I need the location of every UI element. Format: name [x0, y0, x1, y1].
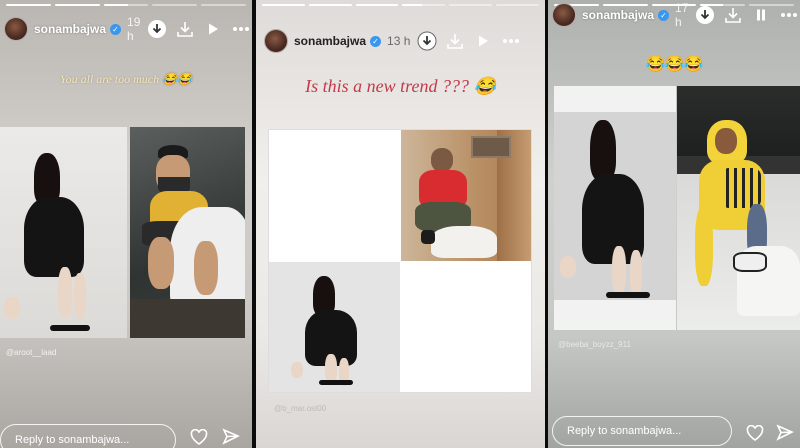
progress-segment [402, 4, 446, 6]
download-circle-icon[interactable] [694, 4, 716, 26]
photo-boy-yellow-hoodie [677, 86, 800, 330]
progress-segment [103, 4, 149, 6]
progress-segment [152, 4, 198, 6]
progress-segment [201, 4, 246, 6]
story-header: sonambajwa ✓ 13 h [264, 28, 537, 54]
play-icon[interactable] [472, 30, 494, 52]
progress-segment [308, 4, 352, 6]
story-panel-3[interactable]: sonambajwa ✓ 17 h 😂😂😂 @beeba_boyzz_911 R… [548, 0, 800, 448]
download-icon[interactable] [174, 18, 196, 40]
story-caption: Is this a new trend ??? 😂 [305, 76, 496, 96]
progress-fill [308, 4, 352, 6]
download-icon[interactable] [722, 4, 744, 26]
heart-icon[interactable] [188, 426, 210, 448]
photo-man-red-shirt [401, 130, 531, 261]
download-circle-icon[interactable] [146, 18, 168, 40]
progress-fill [262, 4, 305, 6]
more-options-icon[interactable] [500, 30, 522, 52]
username[interactable]: sonambajwa [582, 8, 654, 22]
progress-segment [496, 4, 539, 6]
progress-bars [262, 4, 539, 6]
progress-fill [402, 4, 422, 6]
progress-segment [6, 4, 51, 6]
progress-bars [6, 4, 246, 6]
progress-segment [262, 4, 305, 6]
progress-fill [54, 4, 100, 6]
username[interactable]: sonambajwa [294, 34, 366, 48]
story-time: 19 h [127, 15, 141, 43]
download-icon[interactable] [444, 30, 466, 52]
story-header: sonambajwa ✓ 19 h [4, 15, 250, 43]
username[interactable]: sonambajwa [34, 22, 106, 36]
story-time: 13 h [387, 34, 411, 48]
story-time: 17 h [675, 1, 689, 29]
progress-fill [355, 4, 399, 6]
send-icon[interactable] [220, 426, 242, 448]
story-panel-1[interactable]: sonambajwa ✓ 19 h You all are too much 😂… [0, 0, 252, 448]
progress-fill [6, 4, 51, 6]
progress-segment [355, 4, 399, 6]
photo-man-on-toilet [130, 127, 245, 338]
progress-segment [54, 4, 100, 6]
send-icon[interactable] [774, 422, 796, 444]
story-panel-2[interactable]: sonambajwa ✓ 13 h Is this a new trend ??… [256, 0, 545, 448]
avatar[interactable] [264, 29, 288, 53]
avatar[interactable] [552, 3, 576, 27]
play-icon[interactable] [202, 18, 224, 40]
story-caption: 😂😂😂 [645, 56, 704, 73]
verified-badge-icon: ✓ [658, 9, 670, 21]
pause-icon[interactable] [750, 4, 772, 26]
heart-icon[interactable] [744, 422, 766, 444]
reply-input[interactable]: Reply to sonambajwa... [0, 424, 176, 448]
photo-woman-crouching [554, 86, 676, 330]
more-options-icon[interactable] [230, 18, 252, 40]
reply-placeholder: Reply to sonambajwa... [567, 425, 682, 437]
photo-woman-crouching [0, 127, 127, 338]
more-options-icon[interactable] [778, 4, 800, 26]
reply-input[interactable]: Reply to sonambajwa... [552, 416, 732, 446]
story-caption: You all are too much 😂😂 [60, 72, 192, 86]
story-header: sonambajwa ✓ 17 h [552, 1, 798, 29]
mention-tag[interactable]: @beeba_boyzz_911 [558, 340, 631, 349]
progress-fill [103, 4, 129, 6]
avatar[interactable] [4, 17, 28, 41]
reply-placeholder: Reply to sonambajwa... [15, 434, 130, 446]
verified-badge-icon: ✓ [370, 35, 382, 47]
mention-tag[interactable]: @b_mar.ost00 [274, 404, 326, 413]
download-circle-icon[interactable] [416, 30, 438, 52]
mention-tag[interactable]: @aroot__laad [6, 348, 56, 357]
photo-grid-card [268, 129, 532, 393]
photo-woman-crouching [269, 262, 400, 392]
verified-badge-icon: ✓ [110, 23, 122, 35]
progress-segment [449, 4, 493, 6]
